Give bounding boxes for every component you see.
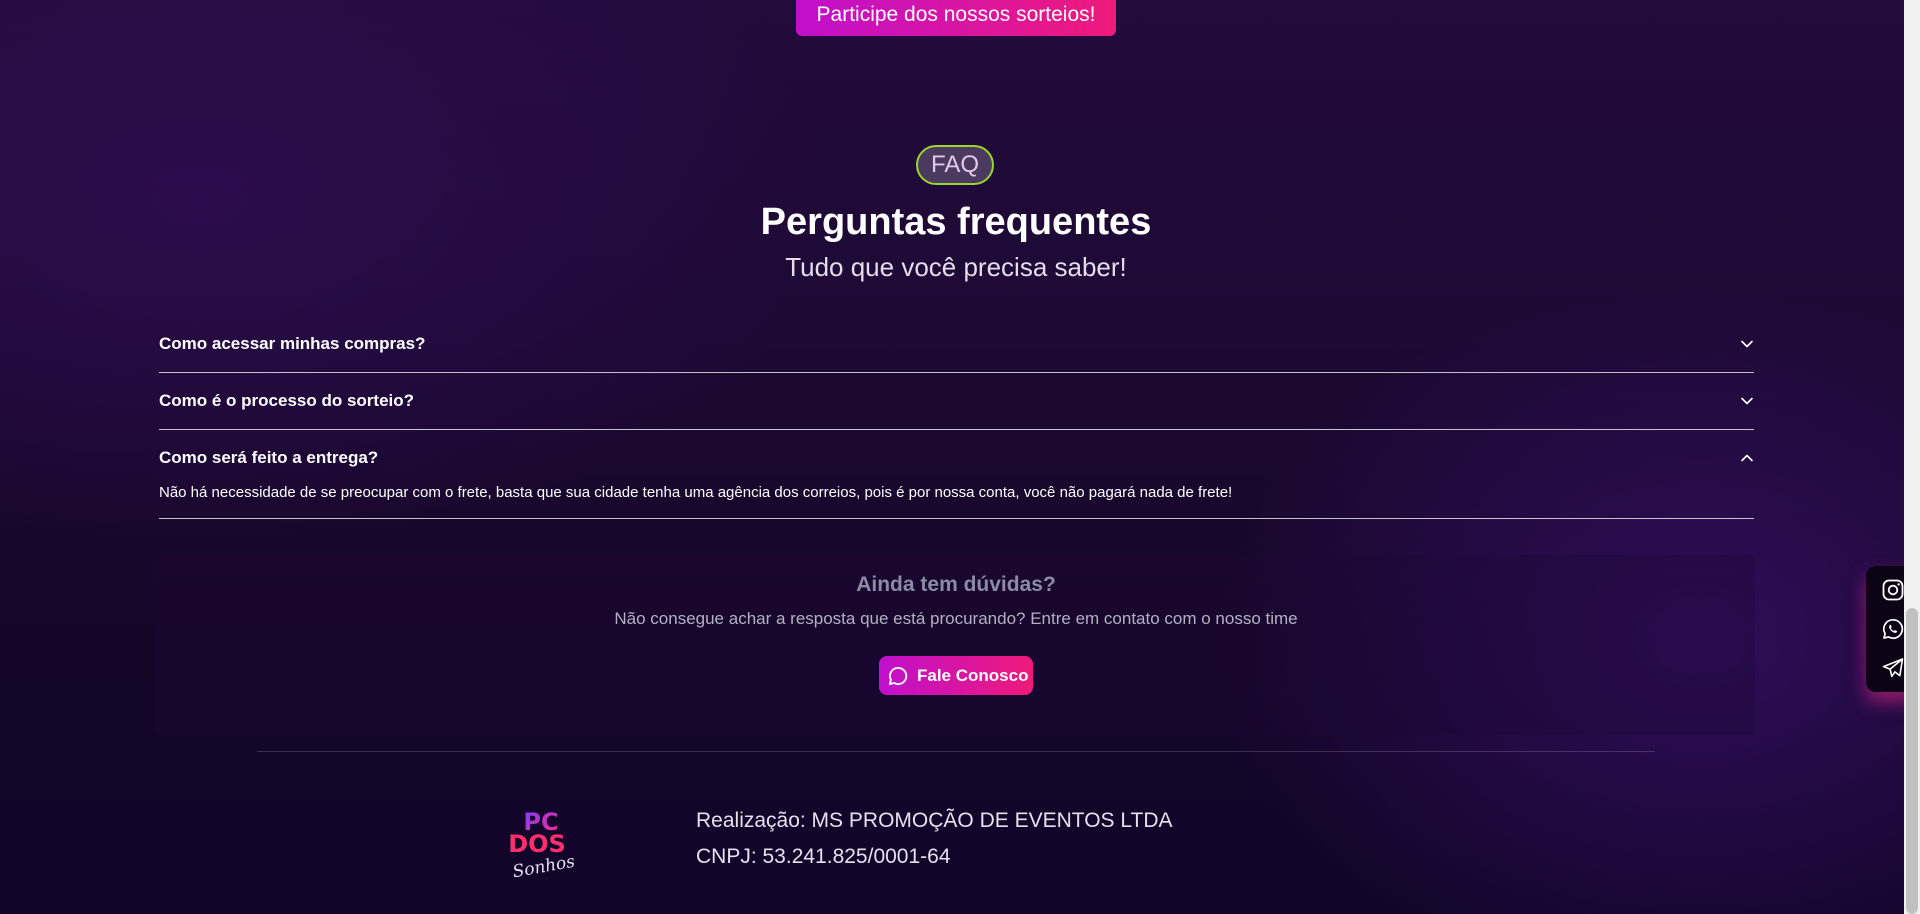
whatsapp-icon[interactable] [1881, 617, 1905, 641]
faq-question-toggle[interactable]: Como é o processo do sorteio? [159, 373, 1754, 429]
contact-us-label: Fale Conosco [917, 665, 1029, 685]
chevron-down-icon [1740, 339, 1754, 349]
help-title: Ainda tem dúvidas? [856, 573, 1056, 596]
faq-subtitle: Tudo que você precisa saber! [785, 252, 1127, 282]
faq-question: Como acessar minhas compras? [159, 334, 426, 353]
footer-company: Realização: MS PROMOÇÃO DE EVENTOS LTDA [696, 809, 1173, 832]
faq-accordion: Como acessar minhas compras? Como é o pr… [159, 316, 1754, 519]
faq-question: Como será feito a entrega? [159, 448, 379, 467]
faq-question-toggle[interactable]: Como acessar minhas compras? [159, 316, 1754, 372]
faq-title: Perguntas frequentes [760, 201, 1152, 243]
chevron-up-icon [1740, 453, 1754, 463]
footer-cnpj: CNPJ: 53.241.825/0001-64 [696, 845, 951, 868]
faq-item: Como acessar minhas compras? [159, 316, 1754, 373]
faq-question-toggle[interactable]: Como será feito a entrega? [159, 430, 1754, 486]
faq-question: Como é o processo do sorteio? [159, 391, 415, 410]
faq-answer: Não há necessidade de se preocupar com o… [159, 484, 1233, 501]
chevron-down-icon [1740, 396, 1754, 406]
instagram-icon[interactable] [1881, 578, 1905, 602]
help-text: Não consegue achar a resposta que está p… [614, 609, 1298, 628]
contact-us-button[interactable]: Fale Conosco [879, 656, 1033, 695]
faq-item-expanded: Como será feito a entrega? Não há necess… [159, 430, 1754, 519]
faq-item: Como é o processo do sorteio? [159, 373, 1754, 430]
chat-bubble-icon [887, 665, 909, 687]
participate-raffles-button[interactable]: Participe dos nossos sorteios! [796, 0, 1116, 36]
telegram-icon[interactable] [1881, 656, 1905, 680]
page: Participe dos nossos sorteios! FAQ Pergu… [0, 0, 1920, 914]
page-scrollbar[interactable] [1904, 0, 1920, 914]
scrollbar-thumb[interactable] [1906, 608, 1918, 914]
pc-dos-sonhos-logo: PC DOS Sonhos [498, 806, 584, 882]
footer-divider [257, 751, 1655, 752]
faq-badge: FAQ [916, 145, 994, 185]
